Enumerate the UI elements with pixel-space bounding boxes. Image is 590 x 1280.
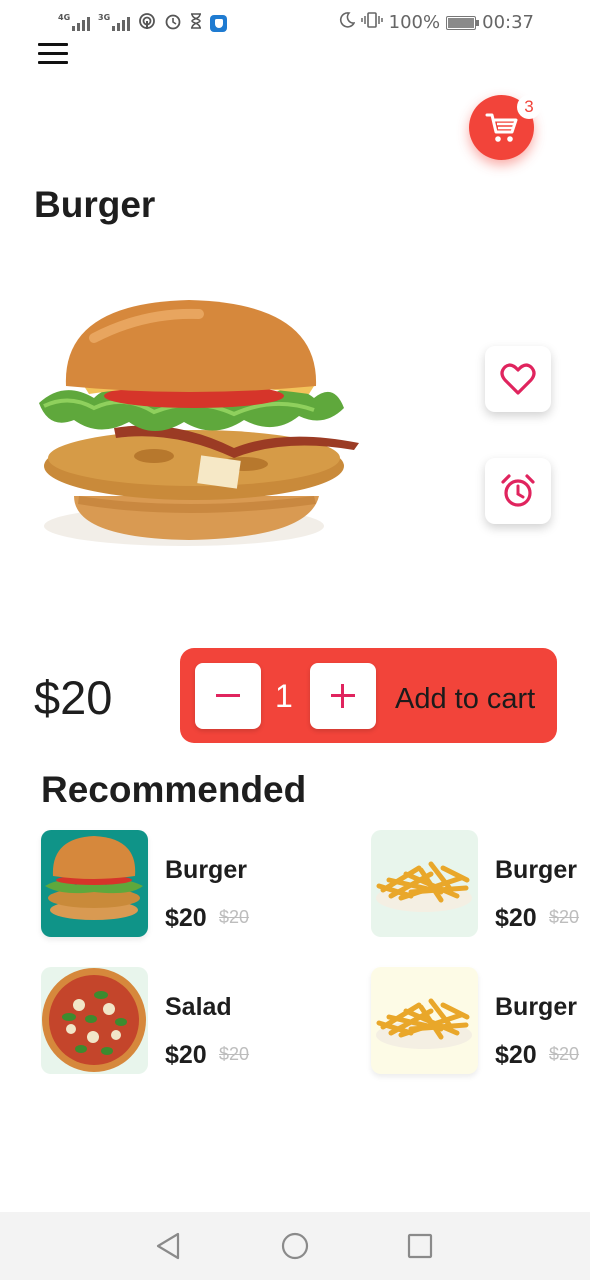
menu-icon[interactable] (38, 43, 68, 64)
hourglass-icon (190, 13, 202, 33)
status-icons-left: 4G 3G (58, 12, 227, 34)
item-old-price: $20 (549, 907, 580, 927)
alarm-icon (164, 12, 182, 34)
status-icons-right: 100% 00:37 (337, 11, 534, 34)
decrease-quantity-button[interactable] (195, 663, 261, 729)
battery-percent: 100% (388, 12, 441, 33)
moon-icon (337, 11, 356, 34)
product-image (34, 298, 364, 556)
item-thumbnail (41, 967, 148, 1074)
item-thumbnail (371, 830, 478, 937)
item-price: $20 (495, 1041, 537, 1069)
item-old-price: $20 (549, 1044, 580, 1064)
signal-icon: 4G (58, 13, 90, 31)
home-icon[interactable] (280, 1231, 310, 1261)
quantity-value: 1 (275, 678, 293, 714)
reminder-button[interactable] (485, 458, 551, 524)
item-price: $20 (495, 904, 537, 932)
item-old-price: $20 (219, 1044, 250, 1064)
status-bar: 4G 3G 100% 00:37 (0, 0, 590, 44)
item-old-price: $20 (219, 907, 250, 927)
vibrate-icon (360, 11, 383, 34)
recommended-item[interactable]: Salad $20 $20 (41, 967, 281, 1075)
product-price: $20 (34, 671, 113, 724)
recents-icon[interactable] (405, 1231, 435, 1261)
heart-icon (500, 363, 536, 395)
network-type-2: 3G (98, 13, 111, 22)
recommended-item[interactable]: Burger $20 $20 (41, 830, 281, 938)
item-name: Salad (165, 993, 232, 1021)
favorite-button[interactable] (485, 346, 551, 412)
item-name: Burger (165, 856, 247, 884)
system-navigation-bar (0, 1212, 590, 1280)
battery-icon (446, 15, 480, 30)
security-app-icon (210, 14, 227, 32)
item-thumbnail (41, 830, 148, 937)
add-to-cart-bar: 1 Add to cart (180, 648, 557, 743)
item-name: Burger (495, 856, 577, 884)
clock: 00:37 (482, 12, 534, 33)
page-title: Burger (34, 184, 156, 225)
item-price: $20 (165, 904, 207, 932)
cart-icon (485, 113, 517, 142)
item-price: $20 (165, 1041, 207, 1069)
back-icon[interactable] (154, 1231, 184, 1261)
alarm-clock-icon (501, 474, 535, 507)
recommended-item[interactable]: Burger $20 $20 (371, 830, 590, 938)
increase-quantity-button[interactable] (310, 663, 376, 729)
recommended-item[interactable]: Burger $20 $20 (371, 967, 590, 1075)
hotspot-icon (138, 12, 156, 34)
signal-icon: 3G (98, 13, 130, 31)
item-thumbnail (371, 967, 478, 1074)
network-type-1: 4G (58, 13, 71, 22)
cart-count-badge: 3 (517, 95, 541, 119)
recommended-title: Recommended (41, 769, 307, 810)
add-to-cart-button[interactable]: Add to cart (395, 683, 535, 716)
item-name: Burger (495, 993, 577, 1021)
